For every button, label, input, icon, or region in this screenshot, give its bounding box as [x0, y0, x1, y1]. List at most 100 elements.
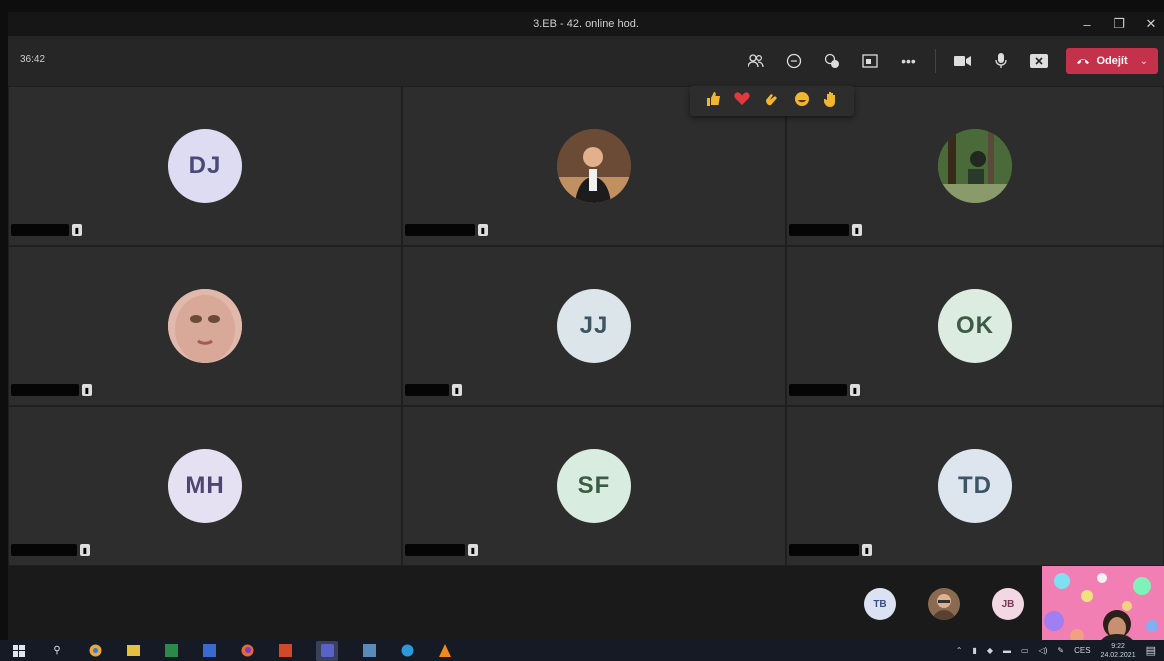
redacted-name: [789, 544, 859, 556]
vlc-icon[interactable]: [438, 644, 452, 658]
network-icon[interactable]: ▭: [1021, 646, 1029, 655]
app-icon[interactable]: [362, 644, 376, 658]
word-icon[interactable]: [202, 644, 216, 658]
clock-time: 9:22: [1111, 642, 1125, 650]
mic-icon[interactable]: [990, 50, 1012, 72]
redacted-name: [405, 224, 475, 236]
avatar-initials: SF: [577, 472, 611, 499]
mic-status-icon: ▮: [468, 544, 478, 556]
chevron-up-icon[interactable]: ⌃: [956, 646, 963, 655]
mic-status-icon: ▮: [852, 224, 862, 236]
window-controls: – ❐ ✕: [1080, 12, 1158, 36]
share-icon[interactable]: [1028, 50, 1050, 72]
leave-button[interactable]: Odejít ⌄: [1066, 48, 1158, 74]
leave-label: Odejít: [1096, 55, 1128, 67]
participant-avatar: OK: [938, 289, 1012, 363]
chevron-down-icon[interactable]: ⌄: [1140, 56, 1148, 67]
mic-status-icon: ▮: [452, 384, 462, 396]
powerpoint-icon[interactable]: [278, 644, 292, 658]
participant-name-tag: ▮: [789, 383, 860, 397]
file-explorer-icon[interactable]: [126, 644, 140, 658]
reactions-popup: [690, 86, 854, 116]
mic-status-icon: ▮: [82, 384, 92, 396]
overflow-avatar-photo[interactable]: [928, 588, 960, 620]
mic-status-icon: ▮: [80, 544, 90, 556]
avatar-initials: JB: [1001, 598, 1015, 610]
chrome-icon[interactable]: [88, 644, 102, 658]
participant-name-tag: ▮: [405, 223, 488, 237]
participant-tile[interactable]: SF ▮: [402, 406, 786, 566]
participant-tile[interactable]: JJ ▮: [402, 246, 786, 406]
battery-icon[interactable]: ▬: [1003, 646, 1011, 655]
teams-window: 3.EB - 42. online hod. – ❐ ✕ 36:42 ••• O…: [8, 12, 1164, 648]
windows-start-icon[interactable]: [12, 644, 26, 658]
like-reaction-icon[interactable]: [703, 91, 723, 111]
system-tray: ⌃ ▮ ◆ ▬ ▭ ◁) ✎ CES 9:22 24.02.2021 ▤: [956, 640, 1156, 661]
participant-name-tag: ▮: [789, 223, 862, 237]
participant-grid: DJ ▮ ▮ ▮ ▮ JJ ▮ OK ▮ MH ▮ SF ▮ TD ▮: [8, 86, 1164, 566]
participant-tile[interactable]: OK ▮: [786, 246, 1164, 406]
pen-icon[interactable]: ✎: [1057, 646, 1064, 655]
rooms-icon[interactable]: [859, 50, 881, 72]
chat-icon[interactable]: [783, 50, 805, 72]
meeting-controls: ••• Odejít ⌄: [745, 44, 1158, 78]
participant-avatar: TD: [938, 449, 1012, 523]
overflow-avatar[interactable]: JB: [992, 588, 1024, 620]
avatar-initials: DJ: [188, 152, 222, 179]
mic-status-icon: ▮: [478, 224, 488, 236]
volume-icon[interactable]: ◁): [1039, 646, 1048, 655]
redacted-name: [11, 224, 69, 236]
teams-tray-icon[interactable]: ◆: [987, 646, 993, 655]
applause-reaction-icon[interactable]: [762, 91, 782, 111]
toolbar-divider: [935, 49, 937, 73]
clock[interactable]: 9:22 24.02.2021: [1101, 642, 1136, 660]
redacted-name: [405, 544, 465, 556]
mic-status-icon: ▮: [850, 384, 860, 396]
windows-taskbar: ⚲ ⌃ ▮ ◆ ▬ ▭ ◁) ✎ CES 9:22 24.02.2021 ▤: [0, 640, 1164, 661]
participant-avatar: DJ: [168, 129, 242, 203]
laugh-reaction-icon[interactable]: [792, 91, 812, 111]
edge-icon[interactable]: [400, 644, 414, 658]
close-button[interactable]: ✕: [1144, 16, 1158, 32]
meeting-toolbar: 36:42 ••• Odejít ⌄: [8, 36, 1164, 86]
raise-hand-reaction-icon[interactable]: [821, 91, 841, 111]
excel-icon[interactable]: [164, 644, 178, 658]
search-icon[interactable]: ⚲: [50, 644, 64, 658]
phone-hangup-icon: [1077, 59, 1090, 64]
avatar-initials: TB: [873, 598, 887, 610]
participant-photo: [557, 129, 631, 203]
overflow-avatar[interactable]: TB: [864, 588, 896, 620]
participant-name-tag: ▮: [405, 383, 462, 397]
more-icon[interactable]: •••: [897, 50, 919, 72]
title-bar: 3.EB - 42. online hod. – ❐ ✕: [8, 12, 1164, 36]
people-icon[interactable]: [745, 50, 767, 72]
participant-avatar: JJ: [557, 289, 631, 363]
self-view-video: [1042, 566, 1164, 648]
participant-avatar: SF: [557, 449, 631, 523]
overflow-bar: [8, 566, 1164, 648]
clock-date: 24.02.2021: [1100, 651, 1136, 659]
reactions-icon[interactable]: [821, 50, 843, 72]
participant-tile[interactable]: MH ▮: [8, 406, 402, 566]
participant-name-tag: ▮: [11, 223, 82, 237]
participant-tile[interactable]: ▮: [8, 246, 402, 406]
redacted-name: [405, 384, 449, 396]
mic-status-icon: ▮: [862, 544, 872, 556]
avatar-initials: OK: [956, 312, 994, 339]
redacted-name: [11, 544, 77, 556]
participant-avatar: MH: [168, 449, 242, 523]
heart-reaction-icon[interactable]: [732, 91, 752, 111]
mic-tray-icon[interactable]: ▮: [972, 646, 976, 655]
notifications-icon[interactable]: ▤: [1146, 644, 1156, 657]
participant-tile[interactable]: TD ▮: [786, 406, 1164, 566]
teams-icon[interactable]: [316, 640, 338, 661]
language-indicator[interactable]: CES: [1074, 646, 1090, 655]
participant-tile[interactable]: DJ ▮: [8, 86, 402, 246]
firefox-icon[interactable]: [240, 644, 254, 658]
avatar-initials: MH: [185, 472, 225, 499]
camera-icon[interactable]: [952, 50, 974, 72]
redacted-name: [789, 224, 849, 236]
maximize-button[interactable]: ❐: [1112, 16, 1126, 32]
minimize-button[interactable]: –: [1080, 17, 1094, 32]
participant-name-tag: ▮: [405, 543, 478, 557]
